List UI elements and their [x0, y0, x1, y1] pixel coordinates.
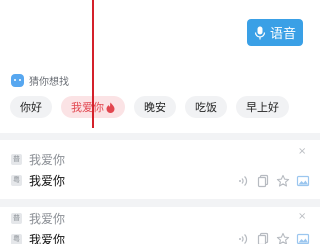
history-card[interactable]: × 普 我爱你 粤 我爱你 [0, 207, 320, 244]
chip-chifan[interactable]: 吃饭 [185, 96, 227, 118]
target-text: 我爱你 [29, 233, 66, 244]
target-row: 粤 我爱你 [11, 231, 65, 244]
microphone-icon [254, 26, 266, 39]
target-text: 我爱你 [29, 174, 66, 188]
indicator-line [92, 0, 94, 128]
chip-wanan[interactable]: 晚安 [134, 96, 176, 118]
chip-nihao[interactable]: 你好 [10, 96, 52, 118]
voice-button-label: 语音 [269, 27, 296, 42]
image-icon[interactable] [296, 174, 310, 188]
speaker-icon[interactable] [236, 232, 250, 244]
close-icon[interactable]: × [298, 212, 306, 222]
source-language-tag: 普 [11, 213, 22, 224]
target-language-tag: 粤 [11, 175, 22, 186]
guess-title: 猜你想找 [29, 76, 69, 88]
section-divider [0, 133, 320, 140]
chip-label: 你好 [20, 101, 42, 114]
suggestion-chips: 你好 我爱你 晚安 吃饭 早上好 [10, 96, 289, 118]
history-card[interactable]: × 普 我爱你 粤 我爱你 [0, 141, 320, 199]
target-row: 粤 我爱你 [11, 172, 65, 189]
copy-icon[interactable] [256, 232, 270, 244]
fire-icon [106, 102, 115, 113]
chip-zaoshanghao[interactable]: 早上好 [236, 96, 289, 118]
copy-icon[interactable] [256, 174, 270, 188]
star-icon[interactable] [276, 174, 290, 188]
image-icon[interactable] [296, 232, 310, 244]
chip-label: 晚安 [144, 101, 166, 114]
robot-icon [11, 73, 24, 87]
source-row: 普 我爱你 [11, 151, 65, 168]
chip-label: 我爱你 [71, 101, 104, 114]
guess-header: 猜你想找 [11, 73, 69, 88]
section-divider [0, 199, 320, 207]
star-icon[interactable] [276, 232, 290, 244]
card-actions [236, 174, 310, 188]
source-language-tag: 普 [11, 154, 22, 165]
source-text: 我爱你 [29, 153, 66, 167]
speaker-icon[interactable] [236, 174, 250, 188]
source-row: 普 我爱你 [11, 210, 65, 227]
chip-label: 吃饭 [195, 101, 217, 114]
close-icon[interactable]: × [298, 147, 306, 157]
card-actions [236, 232, 310, 244]
chip-label: 早上好 [246, 101, 279, 114]
target-language-tag: 粤 [11, 234, 22, 244]
voice-button[interactable]: 语音 [247, 19, 303, 46]
source-text: 我爱你 [29, 212, 66, 226]
guess-section: 猜你想找 你好 我爱你 晚安 吃饭 早上好 [0, 62, 320, 132]
